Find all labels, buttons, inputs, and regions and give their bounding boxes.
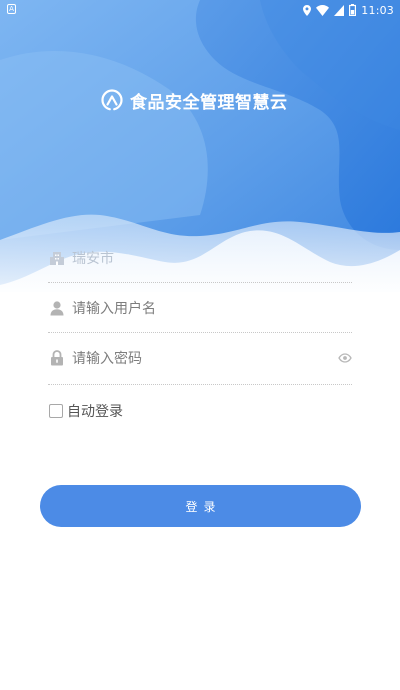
signal-icon [334, 4, 345, 16]
location-icon [303, 4, 312, 16]
username-field[interactable]: 请输入用户名 [48, 290, 352, 326]
auto-login-label: 自动登录 [67, 404, 123, 420]
battery-icon [349, 4, 357, 16]
cloud-arrow-logo-icon [101, 89, 123, 111]
eye-icon[interactable] [338, 351, 352, 365]
user-icon [50, 301, 64, 316]
login-screen: A 11:03 食品安全管理智慧云 瑞安市 请输入用户名 请输入密码 自动登录 … [0, 0, 400, 690]
city-divider [48, 282, 352, 283]
wifi-icon [316, 4, 330, 16]
status-time: 11:03 [361, 3, 394, 17]
app-header: 食品安全管理智慧云 [100, 86, 288, 114]
city-value: 瑞安市 [72, 251, 114, 267]
lock-icon [51, 350, 63, 366]
password-field[interactable]: 请输入密码 [48, 340, 352, 376]
status-icons: 11:03 [303, 2, 394, 18]
status-bar: A 11:03 [0, 0, 400, 20]
login-button[interactable]: 登录 [40, 485, 361, 527]
building-icon [50, 252, 64, 265]
username-divider [48, 332, 352, 333]
app-title: 食品安全管理智慧云 [130, 92, 288, 113]
password-divider [48, 384, 352, 385]
auto-login-option[interactable]: 自动登录 [49, 400, 123, 422]
password-input[interactable]: 请输入密码 [72, 348, 142, 368]
username-input[interactable]: 请输入用户名 [72, 298, 156, 318]
city-field[interactable]: 瑞安市 [48, 240, 352, 276]
notification-icon: A [7, 4, 16, 14]
auto-login-checkbox[interactable] [49, 404, 63, 418]
